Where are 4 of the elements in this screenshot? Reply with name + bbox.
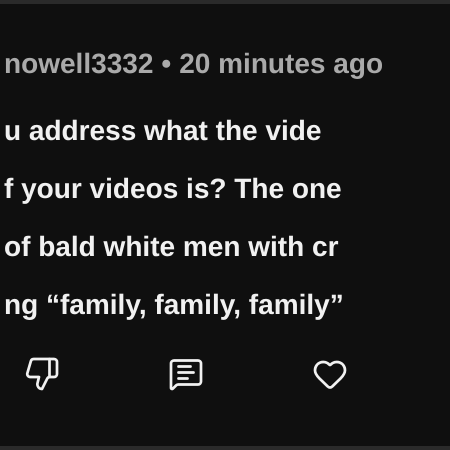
- comment-time: 20 minutes ago: [179, 47, 384, 81]
- author-name[interactable]: nowell3332: [4, 44, 154, 84]
- comment-text: u address what the vide f your videos is? The one of bald white men with cr ng “family, family, family”: [4, 114, 345, 322]
- separator-dot: •: [161, 47, 172, 81]
